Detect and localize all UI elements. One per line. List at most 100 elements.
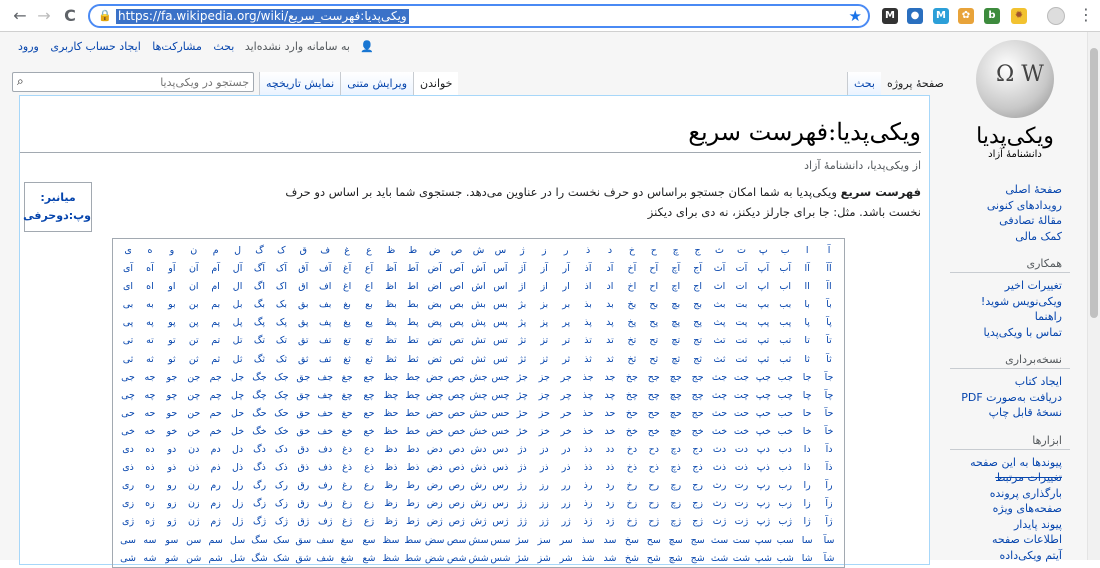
letter-link[interactable]: ذگ <box>249 459 271 477</box>
letter-link[interactable]: ژخ <box>621 513 643 531</box>
letter-link[interactable]: پت <box>730 314 752 332</box>
page-scrollbar[interactable] <box>1087 32 1100 560</box>
letter-link[interactable]: تش <box>468 332 490 350</box>
letter-link[interactable]: پچ <box>665 314 687 332</box>
letter-link[interactable]: سو <box>161 532 183 550</box>
letter-link[interactable]: ذج <box>687 459 709 477</box>
extension-sun-icon[interactable]: ✹ <box>1011 8 1027 24</box>
letter-link[interactable]: جق <box>292 369 314 387</box>
letter-link[interactable]: با <box>796 296 818 314</box>
letter-link[interactable]: آز <box>533 260 555 278</box>
letter-link[interactable]: دل <box>227 441 249 459</box>
letter-link[interactable]: خه <box>139 423 161 441</box>
talk-link[interactable]: بحث <box>213 40 234 53</box>
letter-link[interactable]: جا <box>796 369 818 387</box>
letter-link[interactable]: ژع <box>358 513 380 531</box>
letter-link[interactable]: جظ <box>380 369 402 387</box>
letter-link[interactable]: بم <box>205 296 227 314</box>
letter-link[interactable]: آظ <box>380 260 402 278</box>
letter-link[interactable]: ذف <box>314 459 336 477</box>
letter-link[interactable]: ثپ <box>752 351 774 369</box>
letter-link[interactable]: چب <box>774 387 796 405</box>
letter-link[interactable]: س <box>490 242 512 260</box>
letter-link[interactable]: ثس <box>490 351 512 369</box>
letter-link[interactable]: اگ <box>249 278 271 296</box>
letter-link[interactable]: زگ <box>249 495 271 513</box>
letter-link[interactable]: چث <box>709 387 731 405</box>
letter-link[interactable]: شل <box>227 550 249 567</box>
letter-link[interactable]: تل <box>227 332 249 350</box>
letter-link[interactable]: حد <box>599 405 621 423</box>
letter-link[interactable]: پظ <box>380 314 402 332</box>
letter-link[interactable]: سم <box>205 532 227 550</box>
sidebar-main-link[interactable]: رویدادهای کنونی <box>932 198 1082 214</box>
letter-link[interactable]: ثف <box>314 351 336 369</box>
letter-link[interactable]: ژآ <box>818 513 840 531</box>
letter-link[interactable]: حپ <box>752 405 774 423</box>
letter-link[interactable]: حغ <box>336 405 358 423</box>
letter-link[interactable]: ای <box>117 278 139 296</box>
letter-link[interactable]: شی <box>117 550 139 567</box>
letter-link[interactable]: را <box>796 477 818 495</box>
letter-link[interactable]: سد <box>599 532 621 550</box>
letter-link[interactable]: پد <box>599 314 621 332</box>
letter-link[interactable]: حث <box>709 405 731 423</box>
letter-link[interactable]: زپ <box>752 495 774 513</box>
letter-link[interactable]: آگ <box>249 260 271 278</box>
letter-link[interactable]: شط <box>402 550 424 567</box>
letter-link[interactable]: جج <box>687 369 709 387</box>
letter-link[interactable]: زم <box>205 495 227 513</box>
letter-link[interactable]: از <box>533 278 555 296</box>
letter-link[interactable]: ج <box>687 242 709 260</box>
letter-link[interactable]: ذآ <box>818 459 840 477</box>
letter-link[interactable]: ل <box>227 242 249 260</box>
letter-link[interactable]: حر <box>555 405 577 423</box>
letter-link[interactable]: زس <box>490 495 512 513</box>
letter-link[interactable]: چپ <box>752 387 774 405</box>
letter-link[interactable]: زد <box>599 495 621 513</box>
letter-link[interactable]: بذ <box>577 296 599 314</box>
tab-talk[interactable]: بحث <box>847 72 881 96</box>
letter-link[interactable]: ق <box>292 242 314 260</box>
letter-link[interactable]: تط <box>402 332 424 350</box>
letter-link[interactable]: اآ <box>818 278 840 296</box>
letter-link[interactable]: چح <box>643 387 665 405</box>
letter-link[interactable]: آع <box>358 260 380 278</box>
letter-link[interactable]: اغ <box>336 278 358 296</box>
letter-link[interactable]: شج <box>687 550 709 567</box>
letter-link[interactable]: چو <box>161 387 183 405</box>
letter-link[interactable]: تر <box>555 332 577 350</box>
letter-link[interactable]: بع <box>358 296 380 314</box>
letter-link[interactable]: حخ <box>621 405 643 423</box>
letter-link[interactable]: پی <box>117 314 139 332</box>
letter-link[interactable]: ث <box>709 242 731 260</box>
letter-link[interactable]: خ <box>621 242 643 260</box>
letter-link[interactable]: ژض <box>424 513 446 531</box>
letter-link[interactable]: پض <box>424 314 446 332</box>
letter-link[interactable]: خز <box>533 423 555 441</box>
letter-link[interactable]: رت <box>730 477 752 495</box>
letter-link[interactable]: شز <box>533 550 555 567</box>
letter-link[interactable]: رف <box>314 477 336 495</box>
letter-link[interactable]: اچ <box>665 278 687 296</box>
letter-link[interactable]: آک <box>270 260 292 278</box>
letter-link[interactable]: شخ <box>621 550 643 567</box>
letter-link[interactable]: ژه <box>139 513 161 531</box>
letter-link[interactable]: چچ <box>665 387 687 405</box>
letter-link[interactable]: پآ <box>818 314 840 332</box>
letter-link[interactable]: آل <box>227 260 249 278</box>
sidebar-main-link[interactable]: مقالهٔ تصادفی <box>932 213 1082 229</box>
letter-link[interactable]: ژذ <box>577 513 599 531</box>
letter-link[interactable]: خخ <box>621 423 643 441</box>
letter-link[interactable]: ژب <box>774 513 796 531</box>
letter-link[interactable]: ال <box>227 278 249 296</box>
letter-link[interactable]: حگ <box>249 405 271 423</box>
letter-link[interactable]: زع <box>358 495 380 513</box>
letter-link[interactable]: ژغ <box>336 513 358 531</box>
letter-link[interactable]: خغ <box>336 423 358 441</box>
letter-link[interactable]: و <box>161 242 183 260</box>
letter-link[interactable]: جن <box>183 369 205 387</box>
letter-link[interactable]: دک <box>270 441 292 459</box>
letter-link[interactable]: جآ <box>818 369 840 387</box>
letter-link[interactable]: آد <box>599 260 621 278</box>
